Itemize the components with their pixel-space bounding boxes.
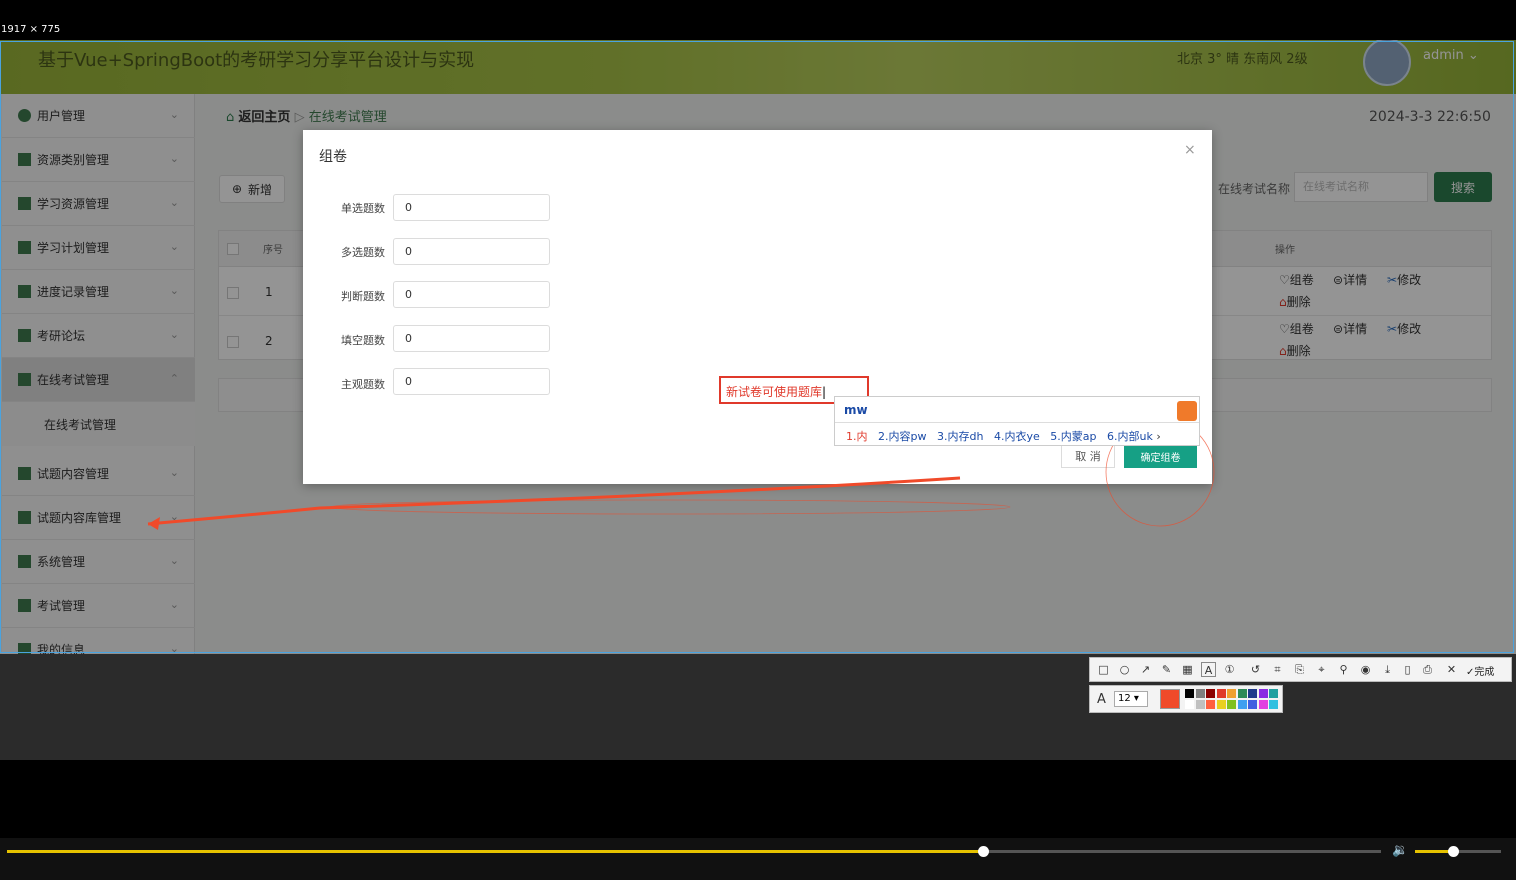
volume-icon[interactable]: 🔉 (1392, 843, 1408, 858)
color-swatch[interactable] (1237, 700, 1247, 709)
bookmark-icon[interactable]: ⎙ (1420, 662, 1435, 677)
ime-candidate-window: mw 1.内 2.内容pw 3.内存dh 4.内衣ye 5.内蒙ap 6.内部u… (834, 396, 1200, 446)
ime-candidate[interactable]: 5.内蒙ap (1050, 430, 1096, 443)
text-style-toolbar: A 12 ▾ (1089, 685, 1283, 713)
color-swatch[interactable] (1227, 689, 1236, 698)
phone-icon[interactable]: ▯ (1400, 662, 1415, 677)
capture-toolbar: □ ○ ↗ ✎ ▦ A ① ↺ ⌗ ⎘ ⌖ ⚲ ◉ ⤓ ▯ ⎙ ✕ ✓完成 (1089, 657, 1512, 682)
annotation-ellipse (329, 499, 1011, 515)
color-swatch[interactable] (1248, 700, 1257, 709)
ime-divider (835, 422, 1199, 423)
font-size-select[interactable]: 12 ▾ (1114, 691, 1148, 707)
color-swatch[interactable] (1258, 689, 1268, 698)
record-icon[interactable]: ◉ (1358, 662, 1373, 677)
progress-handle[interactable] (977, 846, 989, 857)
font-size-value: 12 (1118, 693, 1131, 704)
number-icon[interactable]: ① (1222, 662, 1237, 677)
color-swatch[interactable] (1248, 689, 1257, 698)
ime-candidate[interactable]: 4.内衣ye (994, 430, 1040, 443)
ime-candidate[interactable]: 6.内部uk (1107, 430, 1153, 443)
translate-icon[interactable]: ⎘ (1292, 662, 1307, 677)
progress-fill (7, 850, 983, 853)
done-button[interactable]: ✓完成 (1466, 663, 1494, 678)
color-swatch[interactable] (1185, 700, 1194, 709)
color-swatch[interactable] (1269, 689, 1278, 698)
color-swatch[interactable] (1258, 700, 1268, 709)
download-icon[interactable]: ⤓ (1380, 662, 1395, 677)
rectangle-icon[interactable]: □ (1096, 662, 1111, 677)
undo-icon[interactable]: ↺ (1248, 662, 1263, 677)
color-swatch[interactable] (1206, 689, 1215, 698)
color-swatch[interactable] (1195, 689, 1205, 698)
arrow-icon[interactable]: ↗ (1138, 662, 1153, 677)
color-swatch[interactable] (1237, 689, 1247, 698)
ime-candidates: 1.内 2.内容pw 3.内存dh 4.内衣ye 5.内蒙ap 6.内部uk › (846, 428, 1161, 444)
ime-candidate[interactable]: 1.内 (846, 430, 868, 443)
volume-handle[interactable] (1447, 846, 1459, 857)
color-swatch[interactable] (1216, 689, 1226, 698)
text-icon[interactable]: A (1201, 662, 1216, 677)
ocr-icon[interactable]: ⌗ (1270, 662, 1285, 677)
color-swatch[interactable] (1227, 700, 1236, 709)
media-player-bar (0, 838, 1516, 880)
color-swatch[interactable] (1269, 700, 1278, 709)
color-swatch[interactable] (1195, 700, 1205, 709)
arrow-head (148, 517, 160, 530)
font-icon: A (1097, 692, 1106, 707)
color-swatch[interactable] (1185, 689, 1194, 698)
done-label: 完成 (1474, 667, 1495, 678)
ime-logo-icon[interactable] (1177, 401, 1197, 421)
chevron-right-icon[interactable]: › (1156, 430, 1160, 443)
color-swatch[interactable] (1206, 700, 1215, 709)
current-color-swatch[interactable] (1160, 689, 1180, 709)
mosaic-icon[interactable]: ▦ (1180, 662, 1195, 677)
ime-candidate[interactable]: 2.内容pw (878, 430, 926, 443)
scan-icon[interactable]: ⌖ (1314, 662, 1329, 677)
ime-composition: mw (844, 403, 868, 417)
close-icon[interactable]: ✕ (1444, 662, 1459, 677)
ellipse-icon[interactable]: ○ (1117, 662, 1132, 677)
ime-candidate[interactable]: 3.内存dh (937, 430, 983, 443)
pin-icon[interactable]: ⚲ (1336, 662, 1351, 677)
pencil-icon[interactable]: ✎ (1159, 662, 1174, 677)
color-swatch[interactable] (1216, 700, 1226, 709)
